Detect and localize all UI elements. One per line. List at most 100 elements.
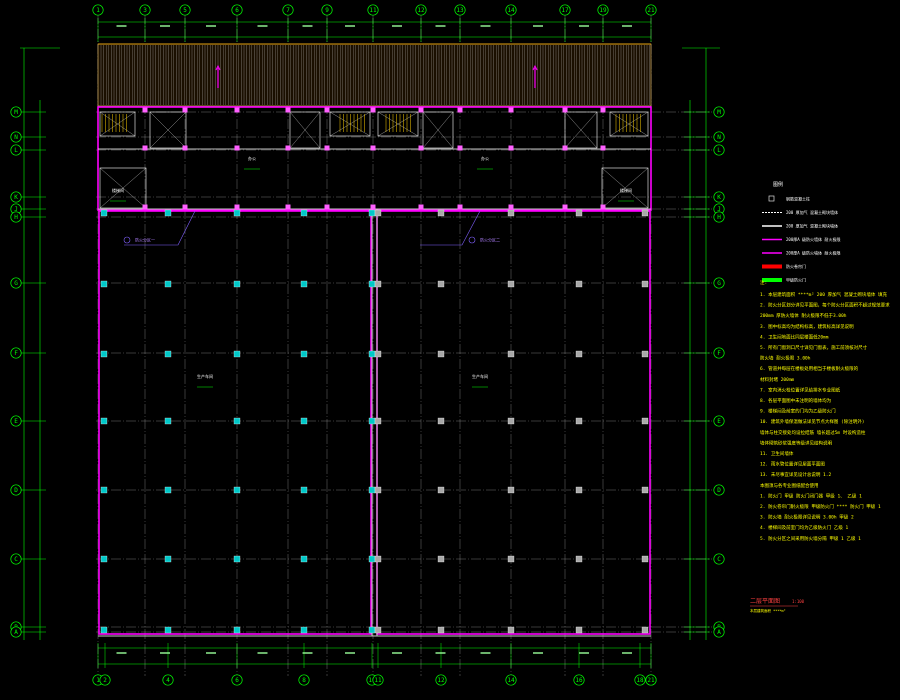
dim-figure [435, 25, 446, 27]
leader-line [420, 210, 481, 246]
note-line: 5. 所有门窗洞口尺寸详见门窗表，施工前须核对尺寸 [760, 344, 868, 351]
column [100, 209, 108, 217]
dim-figure [345, 25, 355, 27]
grid-bubble-right: K [717, 194, 721, 201]
column-upper [142, 204, 148, 210]
dim-figure [622, 25, 632, 27]
column [164, 280, 172, 288]
column [641, 626, 649, 634]
column [374, 417, 382, 425]
column-upper [234, 107, 240, 113]
column-upper [142, 107, 148, 113]
note-line: 2. 防火分区划分详见平面图，每个防火分区面积不超过规范要求 [760, 302, 890, 309]
dim-figure [160, 652, 170, 654]
note-line: 1. 防火门 甲级 防火门闭门器 甲级 1、 乙级 1 [760, 492, 862, 499]
grid-bubble-left: L [14, 147, 18, 154]
column [100, 417, 108, 425]
note-line: 本图须与各专业图纸配合使用 [760, 482, 819, 489]
column [233, 417, 241, 425]
dim-figure [392, 652, 402, 654]
dim-figure [257, 25, 268, 27]
note-line: 11. 卫生间墙体 [760, 450, 794, 457]
column [100, 350, 108, 358]
column-upper [418, 145, 424, 151]
column [368, 626, 376, 634]
column-upper [600, 107, 606, 113]
note-line: 墙体与柱交接处均设拉结筋 墙长超过5m 时设构造柱 [760, 429, 866, 436]
legend-label: 钢筋混凝土柱 [786, 196, 810, 202]
column [300, 555, 308, 563]
column [164, 209, 172, 217]
dim-figure [345, 652, 355, 654]
column-upper [182, 204, 188, 210]
column-upper [324, 107, 330, 113]
legend-swatch [768, 195, 775, 202]
legend-title: 图例 [773, 181, 783, 188]
grid-bubble-left: N [14, 134, 18, 141]
column [300, 626, 308, 634]
legend-label: 甲级防火门 [786, 277, 806, 283]
note-line: 13. 未尽事宜详见设计总说明 1.2 [760, 471, 831, 478]
column [368, 417, 376, 425]
column [368, 209, 376, 217]
note-line: 2. 防火卷帘门耐火极限 甲级防火门 **** 防火门 甲级 1 [760, 503, 881, 510]
column-upper [285, 145, 291, 151]
legend-label: 200 厚加气 混凝土砌块墙体 [786, 209, 838, 215]
column [507, 209, 515, 217]
column [233, 280, 241, 288]
column [164, 626, 172, 634]
column [374, 350, 382, 358]
note-line: 6. 管道井每层在楼板处用相当于楼板耐火极限的 [760, 365, 859, 372]
column-upper [508, 107, 514, 113]
dim-figure [116, 25, 127, 27]
column-upper [457, 107, 463, 113]
column [437, 626, 445, 634]
roof-strip [97, 43, 652, 107]
column-upper [600, 145, 606, 151]
grid-bubble-bottom: 21 [647, 677, 655, 684]
grid-bubble-right: F [717, 350, 721, 357]
grid-bubble-right: E [717, 418, 721, 425]
note-line: 1. 本层建筑面积 ****m² 200 厚加气 混凝土砌块墙体 填充 [760, 291, 888, 298]
column [368, 555, 376, 563]
column [507, 555, 515, 563]
column-upper [234, 145, 240, 151]
grid-bubble-right: D [717, 487, 721, 494]
grid-bubble-left: K [14, 194, 18, 201]
grid-bubble-top: 9 [325, 7, 329, 14]
column-upper [324, 145, 330, 151]
grid-bubble-right: H [717, 214, 721, 221]
floor-plan-drawing: 1356791112131417192112468101112141618202… [10, 4, 890, 686]
legend-label: 200 厚加气 混凝土砌块墙体 [786, 223, 838, 229]
dim-figure [579, 652, 589, 654]
column [507, 350, 515, 358]
grid-bubble-top: 11 [369, 7, 377, 14]
note-line: 7. 室内消火栓位置详见给排水专业图纸 [760, 386, 841, 393]
dim-figure [579, 25, 589, 27]
column [437, 555, 445, 563]
grid-bubble-bottom: 12 [437, 677, 445, 684]
column [437, 209, 445, 217]
dim-figure [480, 25, 491, 27]
room-hall-left: 生产车间 [197, 373, 213, 379]
column [507, 417, 515, 425]
note-line: 10. 建筑外墙保温做法详见节点大样图 (除注明外) [760, 418, 864, 425]
grid-bubble-top: 12 [417, 7, 425, 14]
grid-bubble-top: 5 [183, 7, 187, 14]
zone-marker [123, 236, 131, 244]
column [437, 417, 445, 425]
column [300, 280, 308, 288]
columns [100, 107, 649, 634]
grid-bubble-top: 3 [143, 7, 147, 14]
drawing-title-block: 二层平面图 1:100 本层建筑面积 ****m² [750, 598, 805, 613]
column [233, 486, 241, 494]
column [374, 555, 382, 563]
grid-axis-lines [96, 14, 712, 676]
grid-bubble-left: D [14, 487, 18, 494]
column [641, 555, 649, 563]
grid-bubble-left: G [14, 280, 18, 287]
column-upper [562, 145, 568, 151]
grid-bubble-right: C [717, 556, 721, 563]
grid-bubble-bottom: 18 [636, 677, 644, 684]
column [575, 209, 583, 217]
